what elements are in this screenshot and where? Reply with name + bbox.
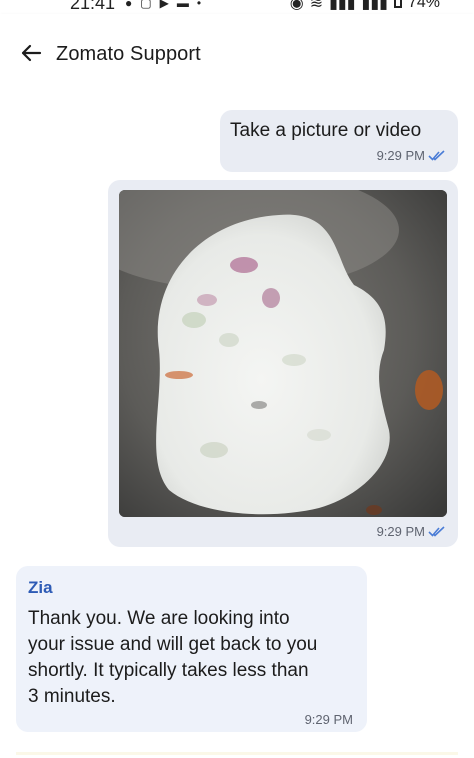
media-icon: ▬ [176,0,189,10]
incoming-message[interactable]: Zia Thank you. We are looking into your … [16,566,367,732]
message-time: 9:29 PM [376,148,425,163]
alarm-icon: ◉ [289,0,304,12]
page-title: Zomato Support [56,43,201,65]
chat-notification-icon: ● [125,0,133,10]
arrow-left-icon [21,44,42,62]
signal-icon-2: ▮▮▮ [361,0,388,12]
food-photo[interactable] [119,190,447,517]
app-notification-icon: ▢ [140,0,152,10]
double-check-icon [428,149,445,161]
status-bar: 21:41 ● ▢ ▶ ▬ • ◉ ≋ ▮▮▮ ▮▮▮ 74% [0,0,474,14]
chat-header: Zomato Support [0,14,474,94]
message-text-line: Thank you. We are looking into [28,608,290,629]
bottom-divider [16,752,458,755]
message-text: Take a picture or video [230,120,422,141]
message-time: 9:29 PM [376,524,425,539]
status-time: 21:41 [70,0,116,13]
message-time: 9:29 PM [304,712,353,727]
wifi-icon: ≋ [309,0,324,12]
message-text-line: shortly. It typically takes less than [28,660,309,681]
message-meta: 9:29 PM [305,712,353,727]
system-icons: ◉ ≋ ▮▮▮ ▮▮▮ 74% [290,0,440,13]
battery-icon [393,0,402,8]
double-check-icon [428,525,445,537]
signal-icon: ▮▮▮ [329,0,356,12]
food-photo-image [119,190,447,517]
image-message-meta: 9:29 PM [377,524,446,539]
message-text-line: 3 minutes. [28,686,116,707]
youtube-icon: ▶ [159,0,169,10]
chat-thread[interactable]: Take a picture or video 9:29 PM 9:29 PM … [0,94,474,758]
dot-icon: • [196,0,202,10]
battery-level: 74% [407,0,440,11]
message-meta: 9:29 PM [377,148,446,163]
message-text-line: your issue and will get back to you [28,634,318,655]
sender-name: Zia [28,578,53,597]
outgoing-message[interactable]: Take a picture or video 9:29 PM [220,110,458,172]
notification-icons: ● ▢ ▶ ▬ • [125,0,201,10]
back-button[interactable] [18,40,44,66]
